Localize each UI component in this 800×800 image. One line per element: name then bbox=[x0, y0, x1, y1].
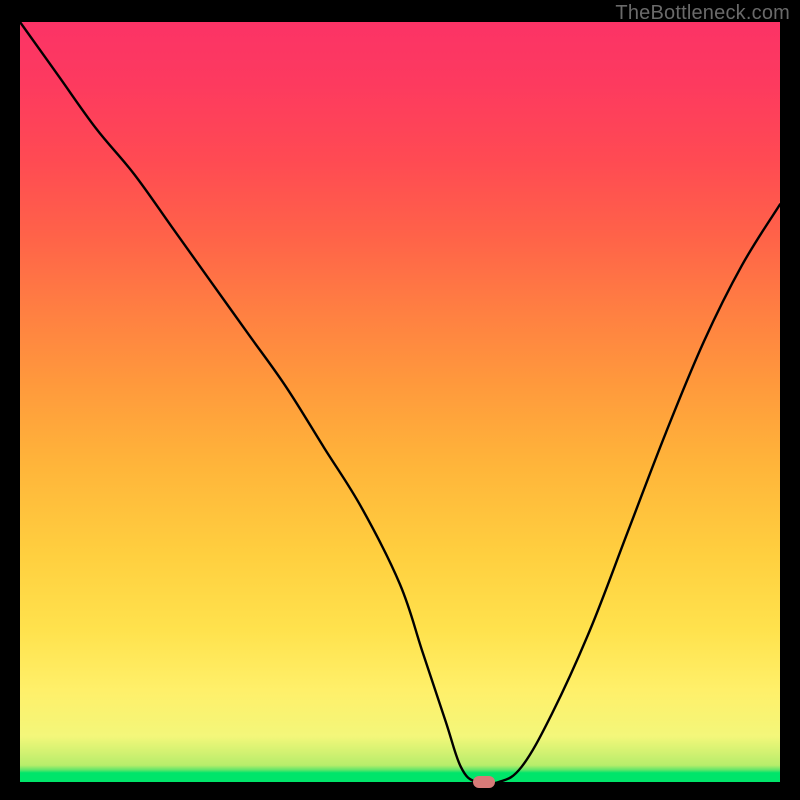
optimal-marker bbox=[473, 776, 495, 788]
watermark-text: TheBottleneck.com bbox=[615, 2, 790, 25]
chart-frame: TheBottleneck.com bbox=[0, 0, 800, 800]
bottleneck-curve bbox=[20, 22, 780, 782]
plot-area bbox=[20, 22, 780, 782]
